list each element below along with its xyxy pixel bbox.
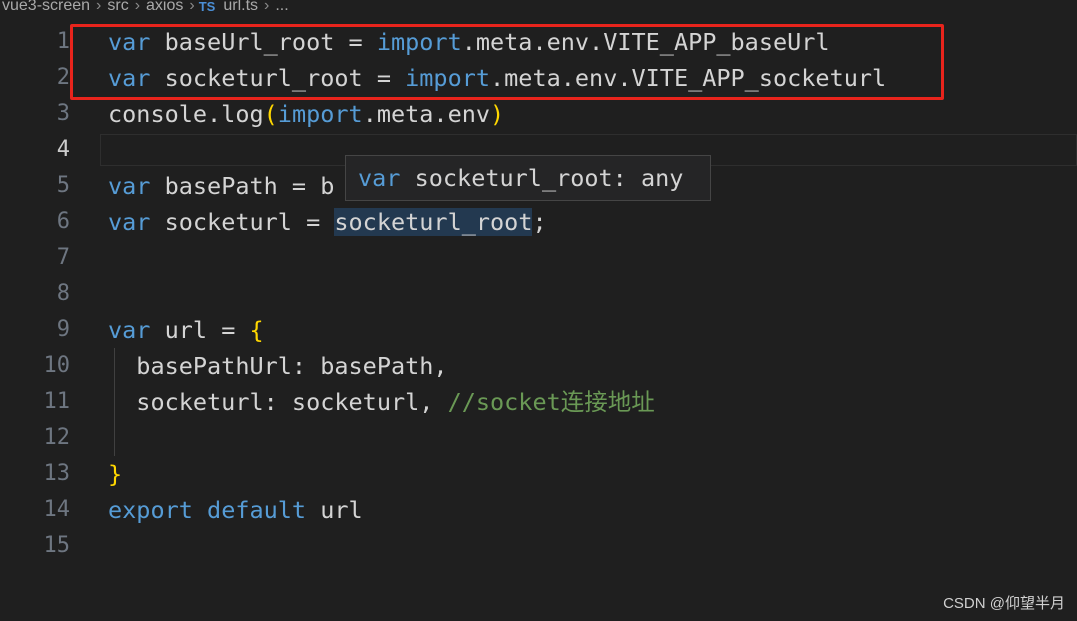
code-line[interactable]: 3 console.log(import.meta.env) xyxy=(0,96,1077,132)
chevron-right-icon: › xyxy=(96,0,102,14)
code-line[interactable]: 8 xyxy=(0,276,1077,312)
tooltip-keyword: var xyxy=(358,164,401,192)
code-line[interactable]: 14 export default url xyxy=(0,492,1077,528)
code-text[interactable]: var socketurl = socketurl_root; xyxy=(108,204,547,240)
chevron-right-icon: › xyxy=(134,0,141,14)
code-line[interactable]: 10 basePathUrl: basePath, xyxy=(0,348,1077,384)
breadcrumb: vue3-screen › src › axios › TS url.ts › … xyxy=(0,0,1077,18)
breadcrumb-item-file[interactable]: url.ts xyxy=(221,0,260,14)
line-number: 6 xyxy=(56,209,70,234)
breadcrumb-item-src[interactable]: src xyxy=(105,0,130,14)
chevron-right-icon: › xyxy=(264,0,270,14)
code-line[interactable]: 6 var socketurl = socketurl_root; xyxy=(0,204,1077,240)
code-line[interactable]: 11 socketurl: socketurl, //socket连接地址 xyxy=(0,384,1077,420)
line-number: 13 xyxy=(43,461,71,486)
line-number: 4 xyxy=(56,137,70,162)
line-number: 1 xyxy=(56,29,70,54)
line-number: 8 xyxy=(56,281,70,306)
breadcrumb-item-symbols[interactable]: ... xyxy=(273,0,290,14)
code-text[interactable]: console.log(import.meta.env) xyxy=(108,96,504,132)
code-text[interactable]: basePathUrl: basePath, xyxy=(108,348,447,384)
code-line[interactable]: 13 } xyxy=(0,456,1077,492)
code-text[interactable]: var url = { xyxy=(108,312,264,348)
breadcrumb-item-axios[interactable]: axios xyxy=(144,0,185,14)
code-text[interactable]: export default url xyxy=(108,492,363,528)
typescript-file-icon: TS xyxy=(198,0,216,14)
line-number: 3 xyxy=(56,101,70,126)
line-number: 5 xyxy=(56,173,70,198)
code-line[interactable]: 15 xyxy=(0,528,1077,564)
code-text[interactable]: socketurl: socketurl, //socket连接地址 xyxy=(108,384,654,420)
line-number: 2 xyxy=(56,65,70,90)
code-text[interactable]: var basePath = b xyxy=(108,168,334,204)
annotation-highlight-box xyxy=(70,24,944,100)
breadcrumb-item-project[interactable]: vue3-screen xyxy=(0,0,92,14)
line-number: 9 xyxy=(56,317,70,342)
line-number: 10 xyxy=(43,353,71,378)
hover-tooltip: var socketurl_root: any xyxy=(345,155,711,201)
line-number: 7 xyxy=(56,245,70,270)
line-number: 11 xyxy=(43,389,71,414)
line-number: 14 xyxy=(43,497,71,522)
code-line[interactable]: 9 var url = { xyxy=(0,312,1077,348)
line-number: 12 xyxy=(43,425,71,450)
chevron-right-icon: › xyxy=(189,0,195,14)
code-text[interactable]: } xyxy=(108,456,122,492)
tooltip-signature: socketurl_root: any xyxy=(414,164,684,192)
watermark: CSDN @仰望半月 xyxy=(943,595,1065,612)
line-number: 15 xyxy=(43,533,71,558)
code-line[interactable]: 12 xyxy=(0,420,1077,456)
code-line[interactable]: 7 xyxy=(0,240,1077,276)
